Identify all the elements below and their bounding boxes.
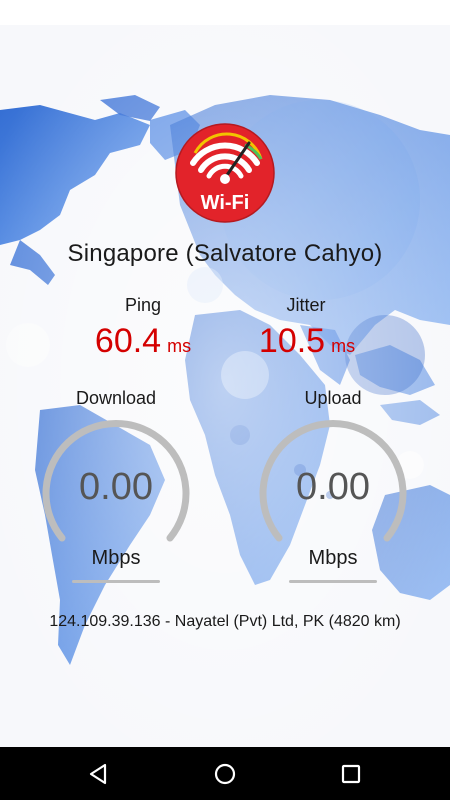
ping-unit: ms [167, 336, 192, 356]
ping-number: 60.4 [94, 322, 162, 360]
upload-unit: Mbps [308, 547, 358, 569]
logo-text: Wi-Fi [201, 192, 250, 214]
jitter-number: 10.5 [258, 322, 326, 360]
jitter-label: Jitter [286, 295, 326, 315]
download-label: Download [75, 388, 157, 408]
download-unit: Mbps [91, 547, 141, 569]
recents-square-icon[interactable] [336, 759, 366, 789]
download-underline [72, 580, 160, 583]
jitter-unit: ms [331, 336, 356, 356]
server-name[interactable]: Singapore (Salvatore Cahyo) [0, 240, 450, 268]
home-circle-icon[interactable] [210, 759, 240, 789]
download-value: 0.00 [79, 466, 153, 508]
isp-info: 124.109.39.136 - Nayatel (Pvt) Ltd, PK (… [49, 613, 401, 630]
wifi-speedometer-icon: Wi-Fi [175, 123, 275, 223]
upload-value: 0.00 [296, 466, 370, 508]
ping-label: Ping [124, 295, 162, 315]
upload-label: Upload [304, 388, 362, 408]
navigation-bar [0, 747, 450, 800]
status-bar [0, 0, 450, 25]
upload-underline [289, 580, 377, 583]
speedtest-screen: Wi-Fi Singapore (Salvatore Cahyo) Ping 6… [0, 25, 450, 747]
back-triangle-icon[interactable] [83, 759, 113, 789]
jitter-value: 10.5 ms [207, 322, 407, 361]
